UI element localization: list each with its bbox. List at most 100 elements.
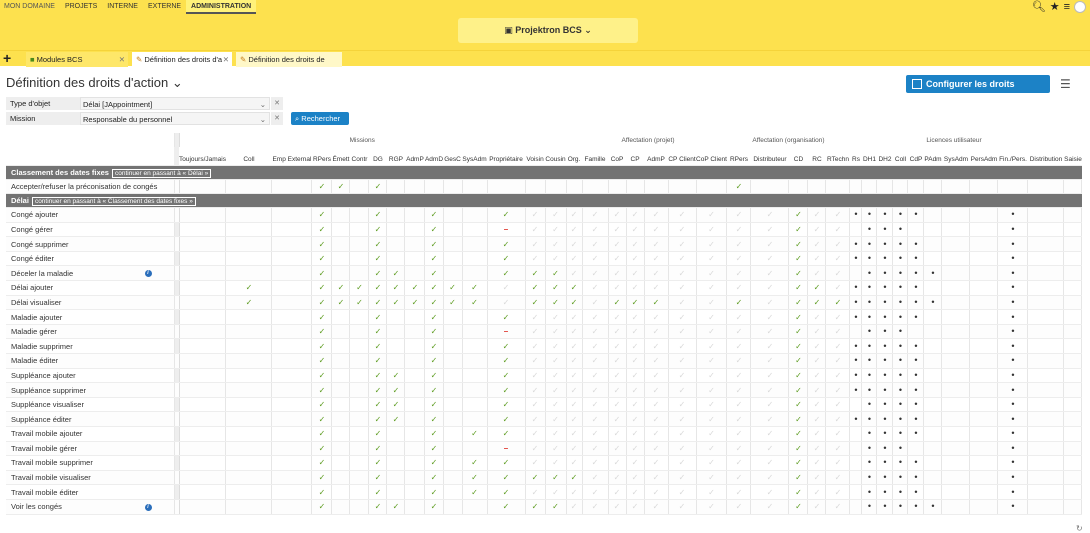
- permission-cell[interactable]: [386, 207, 406, 223]
- permission-cell[interactable]: •: [861, 382, 878, 398]
- permission-cell[interactable]: [668, 179, 697, 195]
- permission-cell[interactable]: [225, 324, 273, 340]
- permission-cell[interactable]: ✓: [424, 338, 444, 355]
- permission-cell[interactable]: ✓: [545, 309, 567, 325]
- permission-cell[interactable]: ✓: [807, 222, 827, 238]
- permission-cell[interactable]: ✓: [644, 411, 669, 427]
- permission-cell[interactable]: [271, 236, 313, 252]
- permission-cell[interactable]: [179, 207, 227, 223]
- permission-cell[interactable]: ✓: [668, 295, 697, 311]
- permission-cell[interactable]: [271, 499, 313, 515]
- permission-cell[interactable]: [969, 426, 999, 442]
- permission-cell[interactable]: ✓: [424, 309, 444, 325]
- permission-cell[interactable]: [404, 207, 426, 223]
- permission-cell[interactable]: ✓: [582, 338, 609, 355]
- permission-cell[interactable]: ✓: [644, 382, 669, 398]
- permission-cell[interactable]: ✓: [545, 499, 567, 515]
- permission-cell[interactable]: [1063, 295, 1083, 311]
- permission-cell[interactable]: [1027, 353, 1065, 369]
- permission-cell[interactable]: ✓: [644, 265, 669, 282]
- permission-cell[interactable]: •: [876, 426, 894, 442]
- avatar[interactable]: [1074, 1, 1086, 13]
- permission-cell[interactable]: [892, 179, 909, 195]
- permission-cell[interactable]: [1027, 309, 1065, 325]
- permission-cell[interactable]: [462, 207, 488, 223]
- permission-cell[interactable]: ✓: [668, 280, 697, 296]
- permission-cell[interactable]: •: [892, 222, 909, 238]
- permission-cell[interactable]: ✓: [750, 441, 790, 457]
- permission-cell[interactable]: [225, 411, 273, 427]
- permission-cell[interactable]: ✓: [726, 179, 752, 195]
- permission-cell[interactable]: ✓: [696, 353, 728, 369]
- permission-cell[interactable]: ✓: [788, 411, 809, 427]
- permission-cell[interactable]: •: [861, 411, 878, 427]
- permission-cell[interactable]: ✓: [424, 207, 444, 223]
- permission-cell[interactable]: ✓: [582, 470, 609, 486]
- permission-cell[interactable]: ✓: [487, 338, 526, 355]
- permission-cell[interactable]: [331, 455, 351, 471]
- permission-cell[interactable]: ✓: [545, 353, 567, 369]
- permission-cell[interactable]: ✓: [525, 338, 546, 355]
- permission-cell[interactable]: •: [907, 368, 925, 384]
- permission-cell[interactable]: [179, 295, 227, 311]
- column-header[interactable]: Rs: [849, 147, 862, 166]
- permission-cell[interactable]: ✓: [726, 207, 752, 223]
- permission-cell[interactable]: [1027, 236, 1065, 252]
- permission-cell[interactable]: ✓: [566, 397, 583, 413]
- column-header[interactable]: Saisie: [1063, 147, 1082, 166]
- permission-cell[interactable]: ✓: [525, 309, 546, 325]
- permission-cell[interactable]: [941, 179, 971, 195]
- permission-cell[interactable]: •: [861, 368, 878, 384]
- permission-cell[interactable]: [179, 411, 227, 427]
- permission-cell[interactable]: ✓: [566, 411, 583, 427]
- permission-cell[interactable]: [941, 338, 971, 355]
- permission-cell[interactable]: ✓: [626, 441, 645, 457]
- permission-cell[interactable]: [1063, 251, 1083, 267]
- permission-cell[interactable]: •: [876, 382, 894, 398]
- permission-cell[interactable]: [1063, 338, 1083, 355]
- permission-cell[interactable]: ✓: [750, 368, 790, 384]
- permission-cell[interactable]: ✓: [566, 499, 583, 515]
- permission-cell[interactable]: [849, 222, 863, 238]
- permission-cell[interactable]: [462, 382, 488, 398]
- permission-cell[interactable]: ✓: [566, 280, 583, 296]
- column-header[interactable]: SysAdm: [941, 147, 970, 166]
- permission-cell[interactable]: •: [907, 411, 925, 427]
- permission-cell[interactable]: [271, 324, 313, 340]
- permission-cell[interactable]: ✓: [626, 353, 645, 369]
- permission-cell[interactable]: ✓: [582, 382, 609, 398]
- permission-cell[interactable]: [566, 179, 583, 195]
- permission-cell[interactable]: [271, 455, 313, 471]
- permission-cell[interactable]: ✓: [368, 470, 388, 486]
- permission-cell[interactable]: [331, 324, 351, 340]
- permission-cell[interactable]: [923, 207, 943, 223]
- permission-cell[interactable]: [1063, 265, 1083, 282]
- permission-cell[interactable]: ✓: [788, 470, 809, 486]
- permission-cell[interactable]: ✓: [331, 280, 351, 296]
- permission-cell[interactable]: •: [849, 411, 863, 427]
- permission-cell[interactable]: ✓: [750, 295, 790, 311]
- permission-cell[interactable]: [1063, 470, 1083, 486]
- permission-cell[interactable]: [1063, 455, 1083, 471]
- permission-cell[interactable]: ✓: [608, 207, 627, 223]
- permission-cell[interactable]: [923, 353, 943, 369]
- permission-cell[interactable]: [271, 441, 313, 457]
- permission-cell[interactable]: •: [907, 426, 925, 442]
- permission-cell[interactable]: [807, 179, 827, 195]
- permission-cell[interactable]: •: [849, 207, 863, 223]
- permission-cell[interactable]: ✓: [825, 309, 851, 325]
- permission-cell[interactable]: ✓: [545, 338, 567, 355]
- permission-cell[interactable]: ✓: [311, 368, 333, 384]
- rights-grid[interactable]: Missions Affectation (projet) Affectation …: [6, 133, 1090, 521]
- permission-cell[interactable]: •: [907, 470, 925, 486]
- permission-cell[interactable]: [923, 309, 943, 325]
- permission-cell[interactable]: ✓: [626, 309, 645, 325]
- permission-cell[interactable]: [969, 265, 999, 282]
- permission-cell[interactable]: [404, 251, 426, 267]
- column-header[interactable]: Distribution: [1027, 147, 1064, 166]
- permission-cell[interactable]: [179, 179, 227, 195]
- permission-cell[interactable]: [331, 484, 351, 500]
- permission-cell[interactable]: [331, 207, 351, 223]
- permission-cell[interactable]: [1027, 499, 1065, 515]
- permission-cell[interactable]: [1027, 324, 1065, 340]
